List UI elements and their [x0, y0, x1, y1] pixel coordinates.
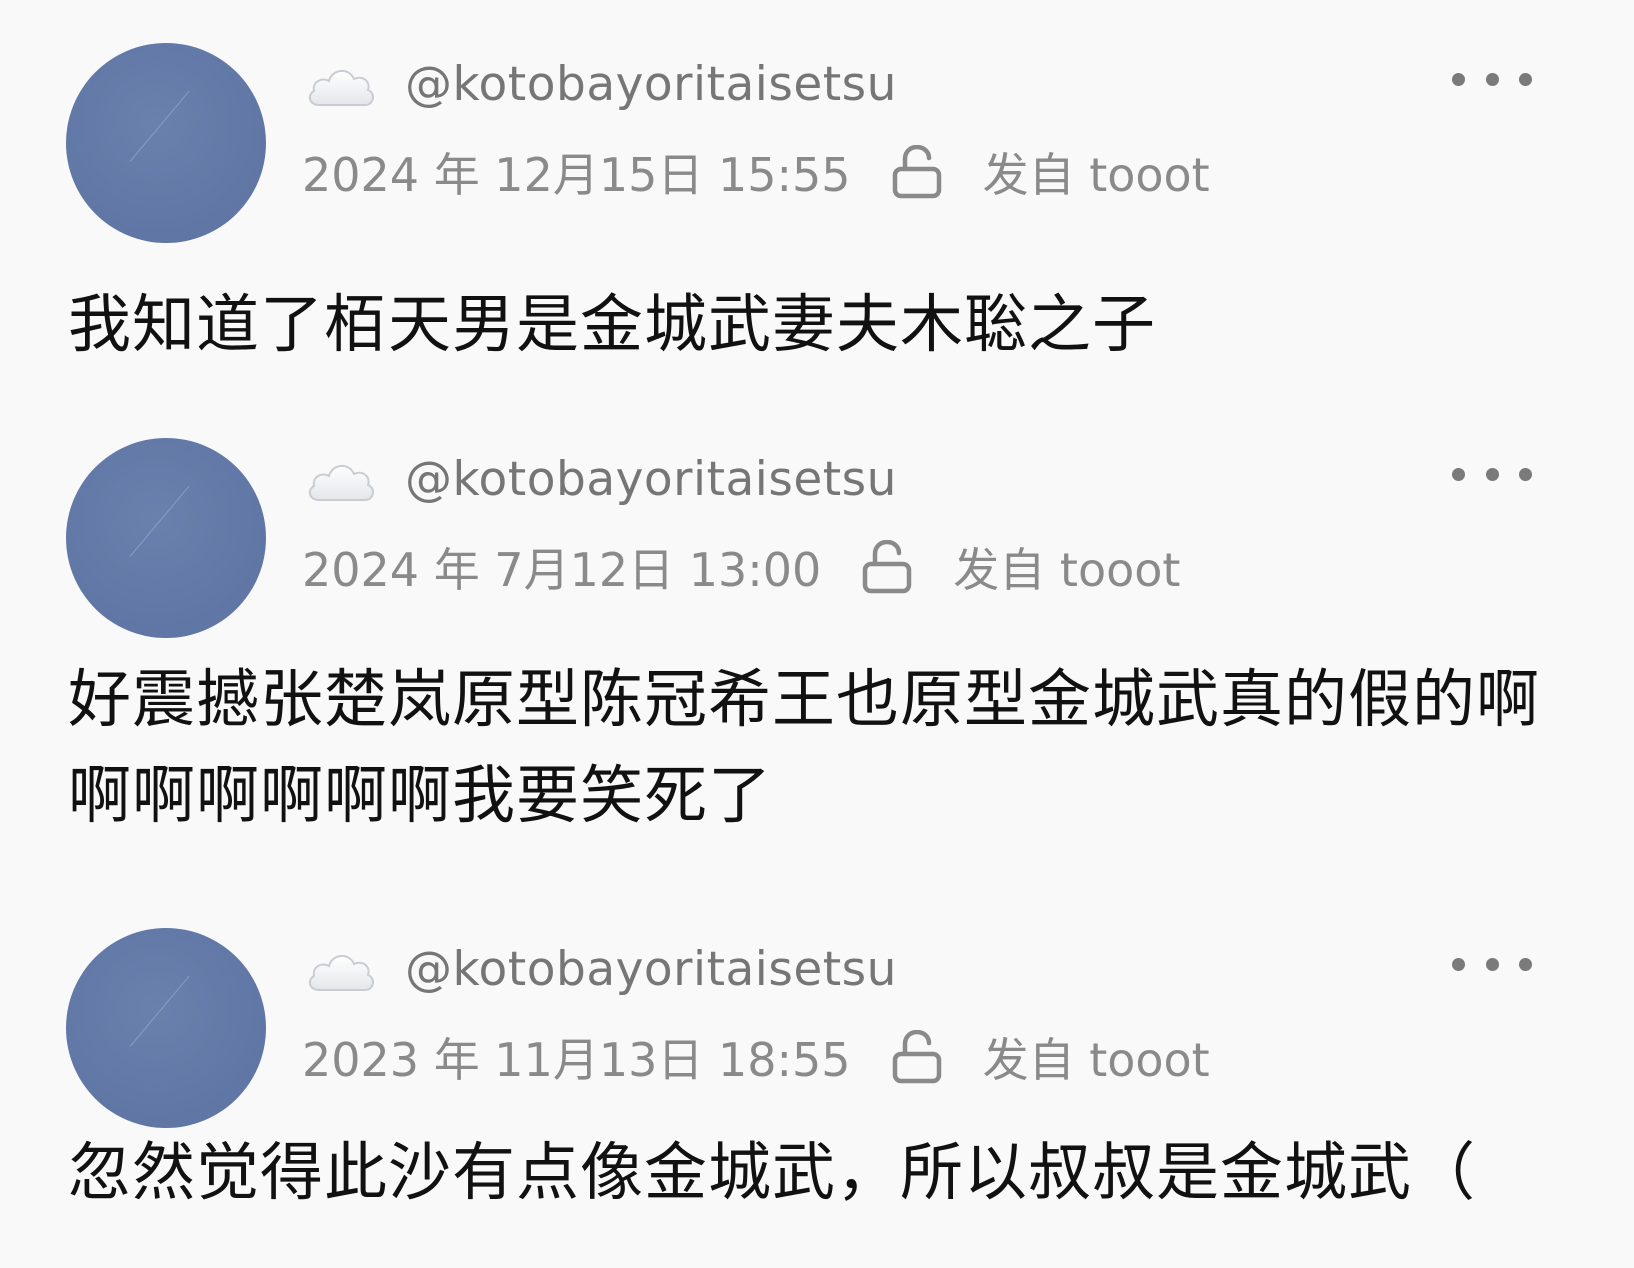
author-row: @kotobayoritaisetsu — [305, 52, 897, 116]
more-options-button[interactable] — [1452, 457, 1532, 491]
avatar[interactable] — [66, 438, 266, 638]
more-dot — [1519, 467, 1532, 481]
status-post[interactable]: @kotobayoritaisetsu 2024 年 7月12日 13:00 发… — [0, 395, 1634, 865]
unlock-icon — [892, 145, 941, 199]
more-dot — [1452, 957, 1465, 971]
more-dot — [1485, 957, 1499, 971]
post-meta: 2024 年 7月12日 13:00 发自 tooot — [302, 535, 1180, 599]
post-meta: 2024 年 12月15日 15:55 发自 tooot — [302, 140, 1210, 204]
unlock-icon — [892, 1030, 941, 1084]
status-post[interactable]: @kotobayoritaisetsu 2023 年 11月13日 18:55 … — [0, 885, 1634, 1268]
avatar[interactable] — [66, 43, 266, 243]
more-options-button[interactable] — [1452, 62, 1532, 96]
post-content: 忽然觉得此沙有点像金城武，所以叔叔是金城武（ — [68, 1136, 1476, 1209]
post-content: 我知道了栢天男是金城武妻夫木聡之子 — [68, 288, 1156, 361]
cloud-icon — [308, 955, 374, 991]
post-timestamp[interactable]: 2023 年 11月13日 18:55 — [302, 1024, 851, 1090]
more-options-button[interactable] — [1452, 947, 1532, 981]
post-timestamp[interactable]: 2024 年 12月15日 15:55 — [302, 139, 851, 205]
author-row: @kotobayoritaisetsu — [305, 447, 897, 511]
author-handle[interactable]: @kotobayoritaisetsu — [405, 452, 897, 507]
post-meta: 2023 年 11月13日 18:55 发自 tooot — [302, 1025, 1210, 1089]
more-dot — [1452, 467, 1465, 481]
author-row: @kotobayoritaisetsu — [305, 937, 897, 1001]
more-dot — [1519, 72, 1532, 86]
more-dot — [1485, 72, 1499, 86]
cloud-icon — [308, 465, 374, 501]
post-client: 发自 tooot — [982, 148, 1210, 202]
timeline-feed: @kotobayoritaisetsu 2024 年 12月15日 15:55 … — [0, 0, 1634, 1268]
author-handle[interactable]: @kotobayoritaisetsu — [405, 57, 897, 112]
post-client: 发自 tooot — [982, 1033, 1210, 1087]
unlock-icon — [863, 540, 912, 594]
more-dot — [1519, 957, 1532, 971]
more-dot — [1485, 467, 1499, 481]
avatar[interactable] — [66, 928, 266, 1128]
author-handle[interactable]: @kotobayoritaisetsu — [405, 942, 897, 997]
post-timestamp[interactable]: 2024 年 7月12日 13:00 — [302, 534, 821, 600]
more-dot — [1452, 72, 1465, 86]
post-content: 好震撼张楚岚原型陈冠希王也原型金城武真的假的啊啊啊啊啊啊啊我要笑死了 — [68, 663, 1540, 832]
status-post[interactable]: @kotobayoritaisetsu 2024 年 12月15日 15:55 … — [0, 0, 1634, 395]
post-client: 发自 tooot — [953, 543, 1181, 597]
cloud-icon — [308, 70, 374, 106]
